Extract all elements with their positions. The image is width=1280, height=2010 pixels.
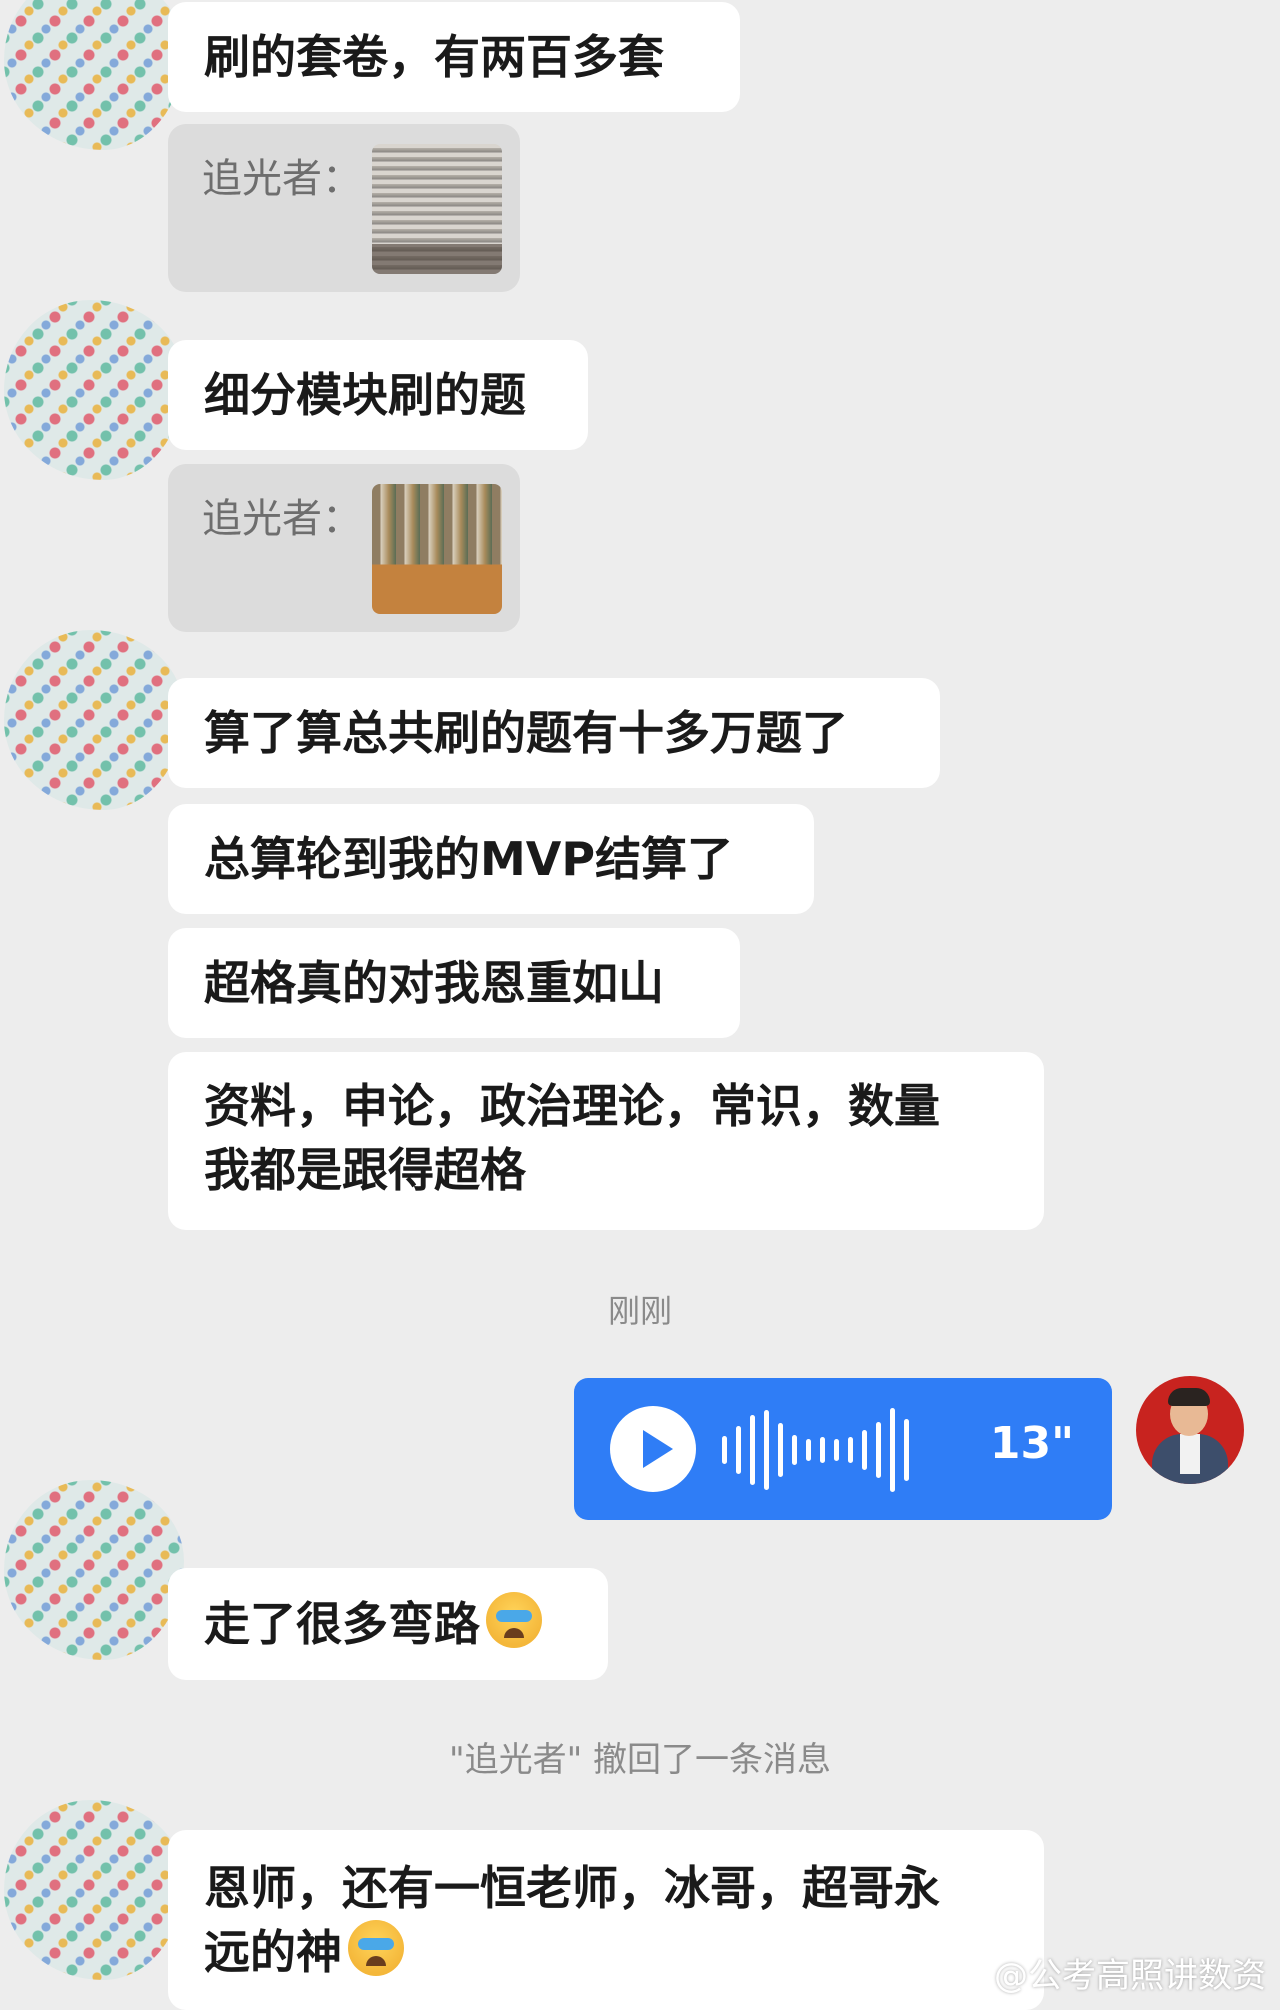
contact-avatar[interactable] xyxy=(4,0,184,150)
message-bubble[interactable]: 资料，申论，政治理论，常识，数量 我都是跟得超格 xyxy=(168,1052,1044,1230)
timestamp: 刚刚 xyxy=(607,1292,672,1330)
voice-duration: 13" xyxy=(989,1418,1074,1469)
message-text: 恩师，还有一恒老师，冰哥，超哥永 xyxy=(204,1861,940,1915)
message-text: 资料，申论，政治理论，常识，数量 xyxy=(204,1079,940,1133)
crying-face-icon xyxy=(348,1920,404,1976)
quoted-image-message[interactable]: 追光者： xyxy=(168,124,520,292)
message-bubble[interactable]: 超格真的对我恩重如山 xyxy=(168,928,740,1038)
message-bubble[interactable]: 总算轮到我的MVP结算了 xyxy=(168,804,814,914)
play-icon[interactable] xyxy=(610,1406,696,1492)
quote-sender: 追光者： xyxy=(202,156,362,202)
message-text: 走了很多弯路 xyxy=(204,1597,480,1651)
message-text: 细分模块刷的题 xyxy=(204,368,526,422)
message-bubble[interactable]: 算了算总共刷的题有十多万题了 xyxy=(168,678,940,788)
avatar-shirt xyxy=(1180,1434,1200,1474)
contact-avatar[interactable] xyxy=(4,1800,184,1980)
waveform-icon xyxy=(722,1408,909,1492)
message-text: 算了算总共刷的题有十多万题了 xyxy=(204,706,848,760)
contact-avatar[interactable] xyxy=(4,1480,184,1660)
message-bubble[interactable]: 恩师，还有一恒老师，冰哥，超哥永 远的神 xyxy=(168,1830,1044,2010)
message-bubble[interactable]: 走了很多弯路 xyxy=(168,1568,608,1680)
message-text: 我都是跟得超格 xyxy=(204,1143,526,1197)
avatar-hair xyxy=(1168,1388,1210,1406)
quote-sender: 追光者： xyxy=(202,496,362,542)
message-text: 超格真的对我恩重如山 xyxy=(204,956,664,1010)
message-text: 远的神 xyxy=(204,1925,342,1979)
quoted-image-thumbnail[interactable] xyxy=(372,484,502,614)
recall-notice: "追光者" 撤回了一条消息 xyxy=(448,1740,832,1780)
message-bubble[interactable]: 细分模块刷的题 xyxy=(168,340,588,450)
contact-avatar[interactable] xyxy=(4,630,184,810)
watermark: @公考高照讲数资 xyxy=(994,1956,1266,1996)
voice-message[interactable]: 13" xyxy=(574,1378,1112,1520)
crying-face-icon xyxy=(486,1592,542,1648)
message-bubble[interactable]: 刷的套卷，有两百多套 xyxy=(168,2,740,112)
message-text: 总算轮到我的MVP结算了 xyxy=(204,832,734,886)
contact-avatar[interactable] xyxy=(4,300,184,480)
message-text: 刷的套卷，有两百多套 xyxy=(204,30,664,84)
my-avatar[interactable] xyxy=(1136,1376,1244,1484)
quoted-image-message[interactable]: 追光者： xyxy=(168,464,520,632)
quoted-image-thumbnail[interactable] xyxy=(372,144,502,274)
